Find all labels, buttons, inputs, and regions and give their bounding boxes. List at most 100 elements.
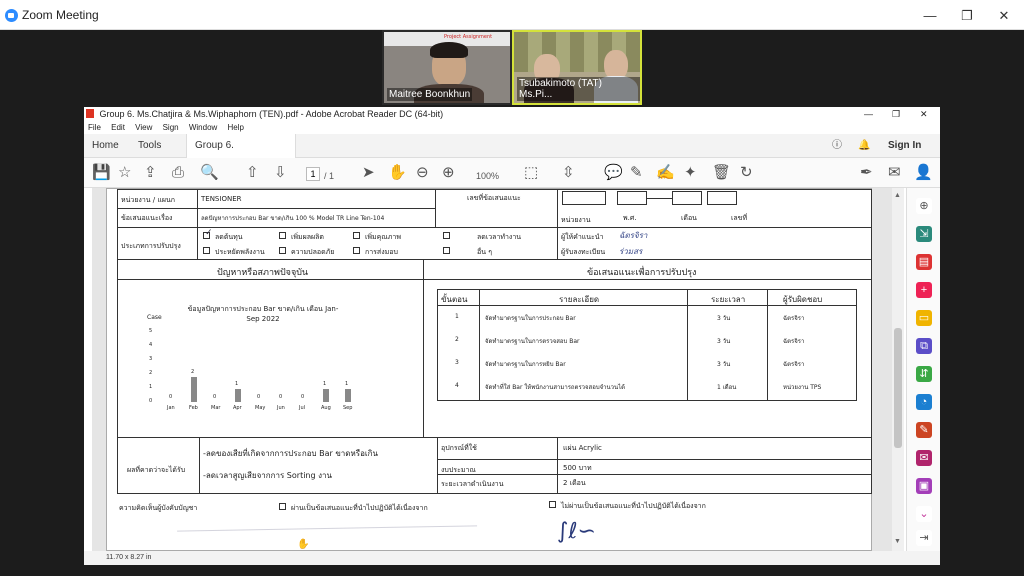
chart-xtick: Jul [299, 405, 306, 411]
minimize-icon[interactable]: — [913, 5, 947, 27]
hand-tool-icon[interactable]: ✋ [388, 164, 407, 182]
topic-value: ลดปัญหาการประกอบ Bar ขาด/เกิน 100 % Mode… [201, 215, 385, 222]
protect-icon[interactable]: ◔ [916, 394, 932, 410]
chart-data-label: 2 [191, 368, 195, 375]
tab-document[interactable]: Group 6. Ms.Chatjir... ✕ [186, 134, 296, 175]
send-for-sign-icon[interactable]: ✉ [916, 450, 932, 466]
close-icon[interactable]: ✕ [987, 5, 1021, 27]
opt-cost-label: ลดต้นทุน [215, 233, 243, 241]
email-icon[interactable]: ✉ [888, 164, 901, 182]
menu-help[interactable]: Help [228, 123, 244, 132]
bar-chart: ข้อมูลปัญหาการประกอบ Bar ขาด/เกิน เดือน … [147, 304, 367, 414]
chart-ytick: 5 [149, 328, 153, 334]
menu-edit[interactable]: Edit [111, 123, 125, 132]
notification-bell-icon[interactable]: 🔔 [850, 134, 878, 158]
menu-file[interactable]: File [88, 123, 101, 132]
month-label: เดือน [681, 214, 697, 222]
stamp-icon[interactable]: ✦ [684, 164, 697, 182]
help-icon[interactable]: ⓘ [824, 134, 850, 158]
proposer-signature: ฉัตรจิรา [619, 231, 648, 240]
checkbox-quality[interactable] [353, 232, 360, 239]
bookmark-star-icon[interactable]: ☆ [118, 164, 131, 182]
edit-pdf-icon[interactable]: ▣ [916, 478, 932, 494]
sign-in-button[interactable]: Sign In [880, 134, 929, 158]
zoom-in-icon[interactable]: ⊕ [442, 164, 455, 182]
comment-tool-icon[interactable]: ▭ [916, 310, 932, 326]
fill-sign-tool-icon[interactable]: ✎ [916, 422, 932, 438]
save-icon[interactable]: 💾 [92, 164, 111, 182]
prev-page-icon[interactable]: ⇧ [246, 164, 259, 182]
suggest-header: ข้อเสนอแนะเพื่อการปรับปรุง [587, 268, 697, 278]
print-icon[interactable]: ⎙ [172, 164, 184, 182]
zoom-search-icon[interactable]: ⊕ [916, 198, 932, 214]
document-view[interactable]: หน่วยงาน / แผนก TENSIONER ข้อเสนอแนะเรื่… [92, 188, 892, 551]
checkbox-safety[interactable] [279, 247, 286, 254]
opt-quality-label: เพิ่มคุณภาพ [365, 233, 401, 241]
export-pdf-icon[interactable]: ⇲ [916, 226, 932, 242]
dept-label: หน่วยงาน / แผนก [121, 196, 176, 204]
rotate-icon[interactable]: ↻ [740, 164, 753, 182]
right-tools-panel: ⊕ ⇲ ▤ + ▭ ⧉ ⇵ ◔ ✎ ✉ ▣ ⌄ ⇥ [906, 188, 940, 551]
highlight-pen-icon[interactable]: ✎ [630, 164, 643, 182]
code-box [707, 191, 737, 205]
restore-icon[interactable]: ❐ [950, 5, 984, 27]
acrobat-menu-bar: File Edit View Sign Window Help [84, 121, 940, 134]
menu-view[interactable]: View [135, 123, 152, 132]
select-cursor-icon[interactable]: ➤ [362, 164, 375, 182]
hand-cursor-icon: ✋ [297, 539, 310, 550]
checkbox-energy[interactable] [203, 247, 210, 254]
code-box [562, 191, 606, 205]
collapse-panel-icon[interactable]: ⇥ [916, 530, 932, 546]
register-label: ผู้รับลงทะเบียน [561, 248, 606, 256]
create-pdf-icon[interactable]: + [916, 282, 932, 298]
checkbox-delivery[interactable] [353, 247, 360, 254]
more-tools-icon[interactable]: ⌄ [916, 506, 932, 522]
fit-page-icon[interactable]: ⬚ [524, 164, 538, 182]
chart-xtick: Apr [233, 405, 242, 411]
vertical-scrollbar[interactable]: ▲ ▼ [892, 188, 904, 551]
chart-ytick: 1 [149, 384, 153, 390]
upload-icon[interactable]: ⇪ [144, 164, 157, 182]
search-icon[interactable]: 🔍 [200, 164, 219, 182]
chart-bar [345, 389, 351, 402]
opt-energy-label: ประหยัดพลังงาน [215, 248, 265, 256]
organize-pages-icon[interactable]: ▤ [916, 254, 932, 270]
checkbox-other[interactable] [443, 247, 450, 254]
type-label: ประเภทการปรับปรุง [121, 242, 181, 250]
suggest-no-label: เลขที่ข้อเสนอแนะ [467, 194, 521, 202]
video-tile-tsubakimoto[interactable]: Tsubakimoto (TAT) Ms.Pi... [512, 30, 642, 105]
account-icon[interactable]: 👤 [914, 164, 933, 182]
duration-value: 2 เดือน [563, 479, 586, 487]
checkbox-reject[interactable] [549, 501, 556, 508]
page-number-input[interactable]: 1 [306, 167, 320, 181]
zoom-out-icon[interactable]: ⊖ [416, 164, 429, 182]
tab-home[interactable]: Home [84, 134, 127, 158]
restore-icon[interactable]: ❐ [892, 107, 900, 121]
next-page-icon[interactable]: ⇩ [274, 164, 287, 182]
step-detail: จัดทำที่ใส่ Bar ให้พนักงานสามารถตรวจสอบจ… [485, 384, 625, 391]
video-tile-maitree[interactable]: Project Assignment Maitree Boonkhun [382, 30, 512, 105]
opt-worktime-label: ลดเวลาทำงาน [477, 233, 522, 241]
checkbox-approve[interactable] [279, 503, 286, 510]
compress-pdf-icon[interactable]: ⇵ [916, 366, 932, 382]
step-time: 3 วัน [717, 315, 731, 322]
delete-icon[interactable]: 🗑 [712, 164, 731, 182]
sign-icon[interactable]: ✍ [656, 164, 675, 182]
scrollbar-thumb[interactable] [894, 328, 902, 448]
checkbox-productivity[interactable] [279, 232, 286, 239]
register-signature: ร่วมสร [619, 247, 643, 256]
checkbox-worktime[interactable] [443, 232, 450, 239]
tab-tools[interactable]: Tools [130, 134, 169, 158]
minimize-icon[interactable]: — [864, 107, 873, 121]
fill-sign-icon[interactable]: ✒ [860, 164, 873, 182]
combine-files-icon[interactable]: ⧉ [916, 338, 932, 354]
step-owner: ฉัตรจิรา [783, 338, 805, 345]
close-icon[interactable]: ✕ [920, 107, 928, 121]
zoom-level-select[interactable]: 100% [476, 167, 499, 185]
menu-sign[interactable]: Sign [163, 123, 179, 132]
comment-icon[interactable]: 💬 [604, 164, 623, 182]
menu-window[interactable]: Window [189, 123, 217, 132]
dept-value: TENSIONER [201, 195, 242, 203]
step-no: 3 [455, 359, 459, 366]
scroll-mode-icon[interactable]: ⇳ [562, 164, 575, 182]
